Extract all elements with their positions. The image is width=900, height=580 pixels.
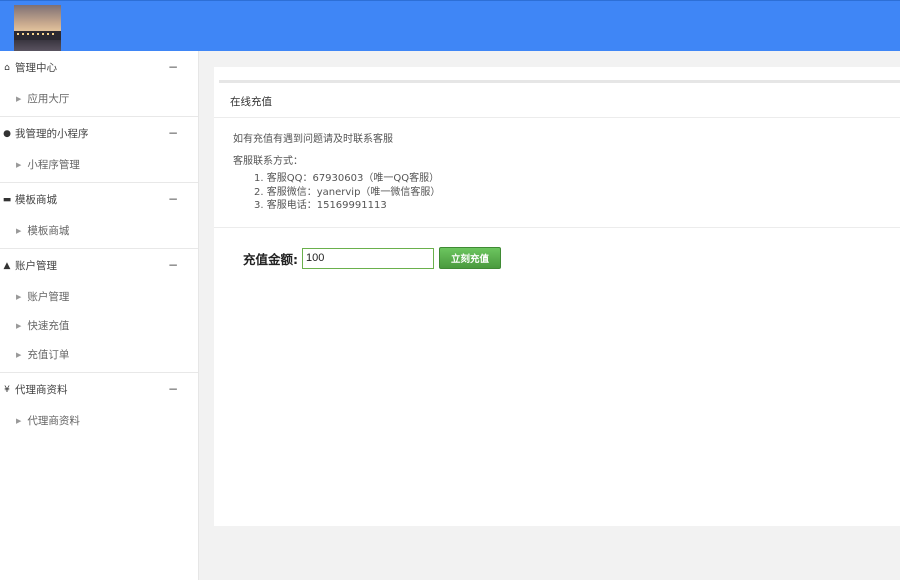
logo-lights: [17, 33, 57, 35]
recharge-button[interactable]: 立刻充值: [439, 247, 501, 269]
main-content: 在线充值 如有充值有遇到问题请及时联系客服 客服联系方式： 1. 客服QQ：67…: [199, 51, 900, 580]
sidebar-item-template-store[interactable]: ▶ 模板商城: [0, 216, 198, 245]
sidebar-item-label: 快速充值: [27, 320, 70, 332]
sidebar-item-quick-recharge[interactable]: ▶ 快速充值: [0, 311, 198, 340]
yen-icon: ¥: [4, 384, 10, 395]
sidebar-group-head[interactable]: ● 我管理的小程序 −: [0, 117, 198, 150]
sidebar-group-head[interactable]: ▬ 模板商城 −: [0, 183, 198, 216]
avatar[interactable]: [14, 5, 61, 51]
sidebar-item-recharge-orders[interactable]: ▶ 充值订单: [0, 340, 198, 369]
logo-sky: [14, 5, 61, 31]
sidebar-group-agent: ¥ 代理商资料 − ▶ 代理商资料: [0, 373, 198, 438]
caret-right-icon: ▶: [16, 292, 22, 301]
amount-row: 充值金额: 立刻充值: [243, 247, 501, 269]
divider: [214, 227, 900, 228]
sidebar-item-account-manage[interactable]: ▶ 账户管理: [0, 282, 198, 311]
sidebar-group-title: 账户管理: [15, 260, 57, 272]
sidebar-group-head[interactable]: ▲ 账户管理 −: [0, 249, 198, 282]
caret-right-icon: ▶: [16, 160, 22, 169]
sidebar-item-label: 账户管理: [27, 291, 70, 303]
contact-label: 客服联系方式：: [233, 156, 303, 167]
sidebar-item-agent-info[interactable]: ▶ 代理商资料: [0, 406, 198, 435]
logo-water: [14, 40, 61, 51]
cart-icon: ▬: [2, 194, 12, 205]
caret-right-icon: ▶: [16, 94, 22, 103]
panel-top-border: [219, 80, 900, 83]
contact-qq: 1. 客服QQ：67930603（唯一QQ客服）: [254, 173, 440, 184]
sidebar-group-title: 我管理的小程序: [15, 128, 89, 140]
notice-text: 如有充值有遇到问题请及时联系客服: [233, 134, 393, 145]
contact-list: 1. 客服QQ：67930603（唯一QQ客服） 2. 客服微信：yanervi…: [254, 172, 440, 213]
collapse-icon[interactable]: −: [168, 126, 178, 140]
sidebar-group-head[interactable]: ⌂ 管理中心 −: [0, 51, 198, 84]
sidebar-item-label: 模板商城: [27, 225, 70, 237]
user-icon: ▲: [3, 260, 11, 271]
sidebar-item-app-hall[interactable]: ▶ 应用大厅: [0, 84, 198, 113]
sidebar: ⌂ 管理中心 − ▶ 应用大厅 ● 我管理的小程序 − ▶ 小程序管理 ▬ 模板…: [0, 51, 199, 580]
collapse-icon[interactable]: −: [168, 60, 178, 74]
collapse-icon[interactable]: −: [168, 382, 178, 396]
home-icon: ⌂: [4, 62, 10, 73]
sidebar-group-head[interactable]: ¥ 代理商资料 −: [0, 373, 198, 406]
sidebar-group-title: 模板商城: [15, 194, 57, 206]
divider: [214, 117, 900, 118]
sidebar-group-title: 管理中心: [15, 62, 57, 74]
page-title: 在线充值: [230, 96, 272, 108]
sidebar-item-label: 代理商资料: [27, 415, 80, 427]
caret-right-icon: ▶: [16, 226, 22, 235]
sidebar-group-template-store: ▬ 模板商城 − ▶ 模板商城: [0, 183, 198, 249]
sidebar-group-title: 代理商资料: [15, 384, 68, 396]
amount-input[interactable]: [302, 247, 434, 269]
contact-phone: 3. 客服电话：15169991113: [254, 200, 387, 211]
collapse-icon[interactable]: −: [168, 192, 178, 206]
amount-label: 充值金额:: [243, 251, 298, 267]
sidebar-item-label: 充值订单: [27, 349, 70, 361]
contact-wechat: 2. 客服微信：yanervip（唯一微信客服）: [254, 186, 441, 198]
sidebar-group-management: ⌂ 管理中心 − ▶ 应用大厅: [0, 51, 198, 117]
sidebar-group-miniprogram: ● 我管理的小程序 − ▶ 小程序管理: [0, 117, 198, 183]
caret-right-icon: ▶: [16, 350, 22, 359]
collapse-icon[interactable]: −: [168, 258, 178, 272]
caret-right-icon: ▶: [16, 416, 22, 425]
sidebar-group-account: ▲ 账户管理 − ▶ 账户管理 ▶ 快速充值 ▶ 充值订单: [0, 249, 198, 373]
sidebar-item-label: 小程序管理: [27, 159, 80, 171]
recharge-panel: 在线充值 如有充值有遇到问题请及时联系客服 客服联系方式： 1. 客服QQ：67…: [214, 67, 900, 526]
caret-right-icon: ▶: [16, 321, 22, 330]
sidebar-item-miniprogram-manage[interactable]: ▶ 小程序管理: [0, 150, 198, 179]
sidebar-item-label: 应用大厅: [27, 93, 70, 105]
wechat-icon: ●: [3, 128, 11, 139]
top-bar: [0, 0, 900, 51]
